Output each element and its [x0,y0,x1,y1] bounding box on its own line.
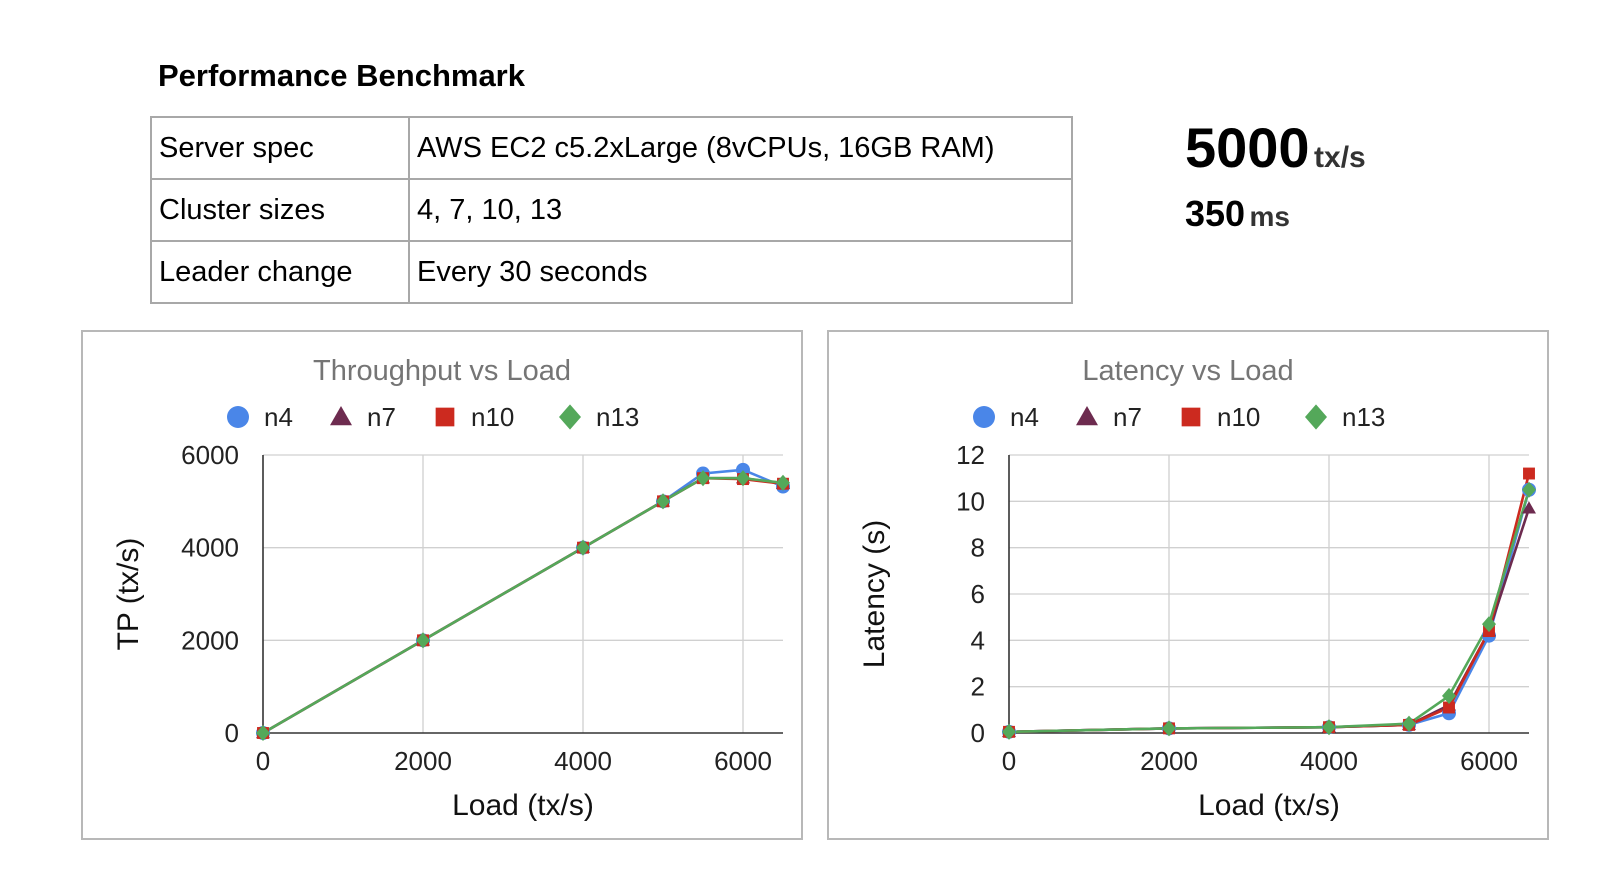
spec-value-leader: Every 30 seconds [408,240,1073,304]
spec-value-cluster: 4, 7, 10, 13 [408,178,1073,242]
y-tick-label: 0 [225,718,239,748]
throughput-x-axis-label: Load (tx/s) [452,789,594,822]
legend-label-n10: n10 [1217,402,1260,432]
spec-value-server: AWS EC2 c5.2xLarge (8vCPUs, 16GB RAM) [408,116,1073,180]
y-tick-label: 4000 [181,533,239,563]
table-row: Leader change Every 30 seconds [150,240,1073,304]
legend-marker-n13 [1305,404,1327,430]
legend-marker-n13 [559,404,581,430]
throughput-chart-title: Throughput vs Load [313,355,571,387]
legend-marker-n4 [973,406,995,428]
y-tick-label: 6 [971,579,985,609]
spec-key-leader: Leader change [150,240,410,304]
y-tick-label: 2000 [181,625,239,655]
table-row: Server spec AWS EC2 c5.2xLarge (8vCPUs, … [150,116,1073,180]
latency-chart: Latency vs Load n4 n7 n10 n13 0 2 4 6 8 10 12 0 2000 4… [827,330,1549,840]
series-line-n13 [262,476,784,735]
x-tick-label: 2000 [394,746,452,776]
series-line-n4 [262,468,784,735]
y-tick-label: 0 [971,718,985,748]
legend-marker-n10 [435,407,455,427]
x-tick-label: 0 [1002,746,1016,776]
spec-key-cluster: Cluster sizes [150,178,410,242]
latency-chart-svg: Latency vs Load n4 n7 n10 n13 0 2 4 6 8 10 12 0 2000 4… [858,355,1536,822]
legend-label-n4: n4 [264,402,293,432]
y-tick-label: 4 [971,625,985,655]
y-tick-label: 2 [971,672,985,702]
latency-stat-value: 350 [1185,193,1246,234]
throughput-y-axis-label: TP (tx/s) [112,538,145,651]
y-tick-label: 10 [956,486,985,516]
legend-label-n7: n7 [1113,402,1142,432]
latency-stat: 350 ms [1185,193,1290,235]
table-row: Cluster sizes 4, 7, 10, 13 [150,178,1073,242]
x-tick-label: 2000 [1140,746,1198,776]
y-tick-label: 12 [956,440,985,470]
legend-marker-n7 [330,406,352,426]
latency-chart-title: Latency vs Load [1082,355,1293,387]
spec-key-server: Server spec [150,116,410,180]
x-tick-label: 6000 [1460,746,1518,776]
series-line-n7 [262,476,784,735]
latency-stat-unit: ms [1249,201,1290,232]
spec-table: Server spec AWS EC2 c5.2xLarge (8vCPUs, … [150,116,1073,304]
series-line-n10 [262,476,784,735]
throughput-chart: Throughput vs Load n4 n7 n10 n13 0 2000 4000 600… [81,330,803,840]
data-point-n10 [1523,467,1535,480]
x-tick-label: 4000 [554,746,612,776]
x-tick-label: 4000 [1300,746,1358,776]
latency-x-axis-label: Load (tx/s) [1198,789,1340,822]
legend-label-n13: n13 [596,402,639,432]
y-tick-label: 8 [971,533,985,563]
x-tick-label: 6000 [714,746,772,776]
latency-y-axis-label: Latency (s) [858,520,891,668]
legend-label-n13: n13 [1342,402,1385,432]
throughput-stat: 5000 tx/s [1185,115,1366,180]
legend-label-n4: n4 [1010,402,1039,432]
legend-label-n10: n10 [471,402,514,432]
throughput-chart-svg: Throughput vs Load n4 n7 n10 n13 0 2000 4000 600… [112,355,790,822]
y-tick-label: 6000 [181,440,239,470]
x-tick-label: 0 [256,746,270,776]
legend-label-n7: n7 [367,402,396,432]
page-title: Performance Benchmark [158,58,525,93]
throughput-stat-value: 5000 [1185,116,1310,179]
throughput-stat-unit: tx/s [1314,141,1366,174]
legend-marker-n10 [1181,407,1201,427]
legend-marker-n4 [227,406,249,428]
legend-marker-n7 [1076,406,1098,426]
